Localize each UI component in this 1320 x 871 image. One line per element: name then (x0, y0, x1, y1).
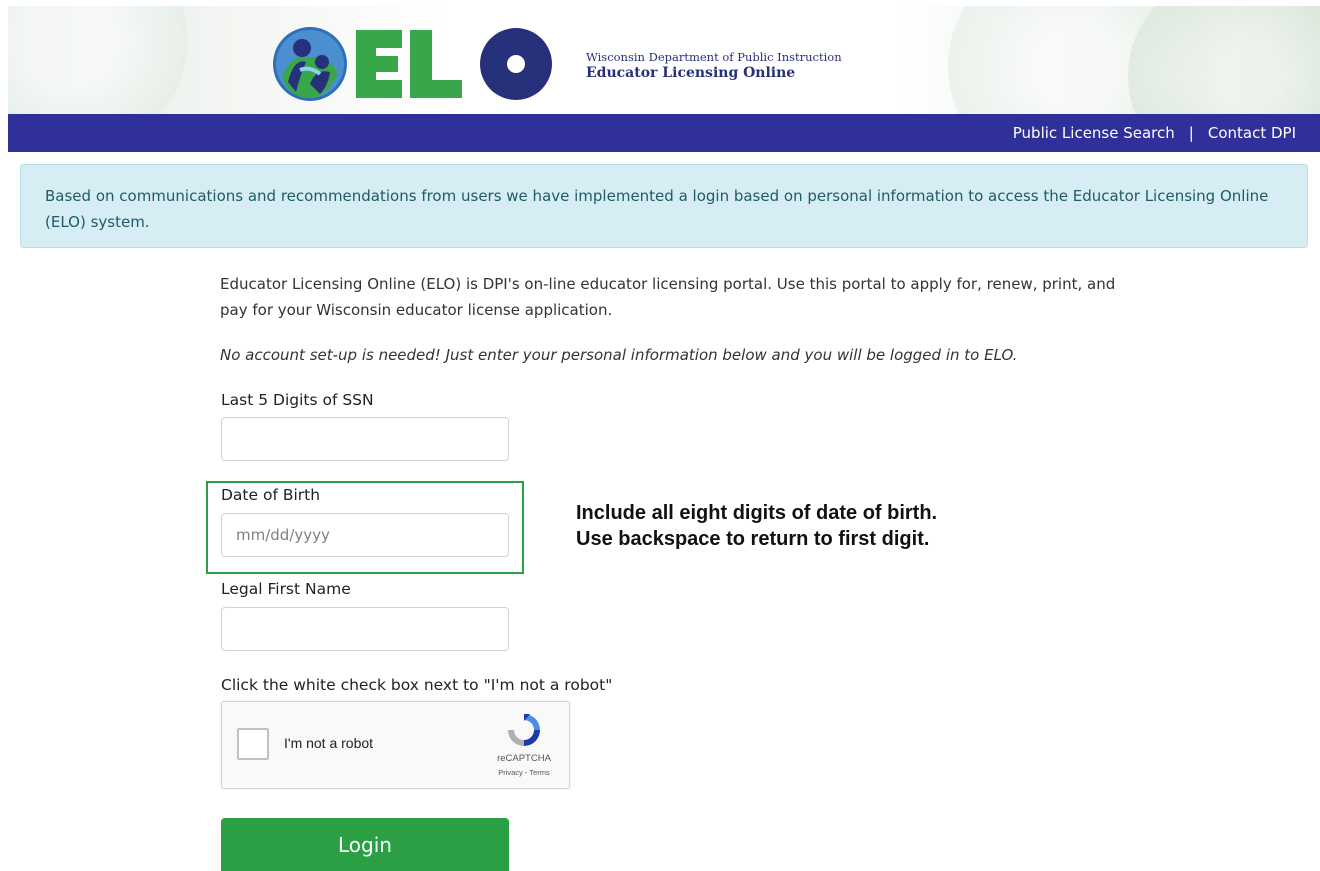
logo-letter-l (410, 30, 462, 98)
public-license-search-link[interactable]: Public License Search (1013, 124, 1175, 142)
alert-text: Based on communications and recommendati… (45, 187, 1269, 231)
portal-name: Educator Licensing Online (586, 65, 796, 81)
logo-letter-o (480, 28, 552, 100)
banner-swoosh-far-right (1128, 6, 1320, 114)
banner-swoosh-left (8, 6, 188, 114)
first-name-label: Legal First Name (221, 580, 351, 598)
first-name-input[interactable] (221, 607, 509, 651)
header-banner: Wisconsin Department of Public Instructi… (8, 6, 1320, 114)
family-emblem-icon (273, 27, 347, 101)
recaptcha-brand: reCAPTCHA (497, 753, 551, 764)
login-button[interactable]: Login (221, 818, 509, 871)
header-text: Wisconsin Department of Public Instructi… (586, 50, 842, 82)
dob-hint-line-2: Use backspace to return to first digit. (576, 528, 930, 550)
nav-separator: | (1188, 124, 1194, 142)
dob-hint-annotation: Include all eight digits of date of birt… (576, 500, 937, 552)
dob-label: Date of Birth (221, 486, 321, 504)
info-alert: Based on communications and recommendati… (20, 164, 1308, 248)
elo-logo (273, 27, 552, 101)
recaptcha-logo-icon (508, 714, 540, 746)
ssn-label: Last 5 Digits of SSN (221, 391, 374, 409)
recaptcha-checkbox[interactable] (237, 728, 269, 760)
recaptcha-privacy-terms[interactable]: Privacy - Terms (482, 768, 566, 777)
logo-letter-e (356, 30, 402, 98)
dob-hint-line-1: Include all eight digits of date of birt… (576, 502, 938, 524)
captcha-instruction: Click the white check box next to "I'm n… (221, 676, 613, 694)
contact-dpi-link[interactable]: Contact DPI (1208, 124, 1296, 142)
intro-paragraph: Educator Licensing Online (ELO) is DPI's… (220, 275, 1116, 319)
ssn-input[interactable] (221, 417, 509, 461)
department-name: Wisconsin Department of Public Instructi… (586, 50, 842, 64)
no-account-note: No account set-up is needed! Just enter … (220, 346, 1018, 364)
dob-input[interactable] (221, 513, 509, 557)
top-nav-bar: Public License Search | Contact DPI (8, 114, 1320, 152)
recaptcha-widget: I'm not a robot reCAPTCHA Privacy - Term… (221, 701, 570, 789)
recaptcha-label: I'm not a robot (284, 735, 374, 751)
